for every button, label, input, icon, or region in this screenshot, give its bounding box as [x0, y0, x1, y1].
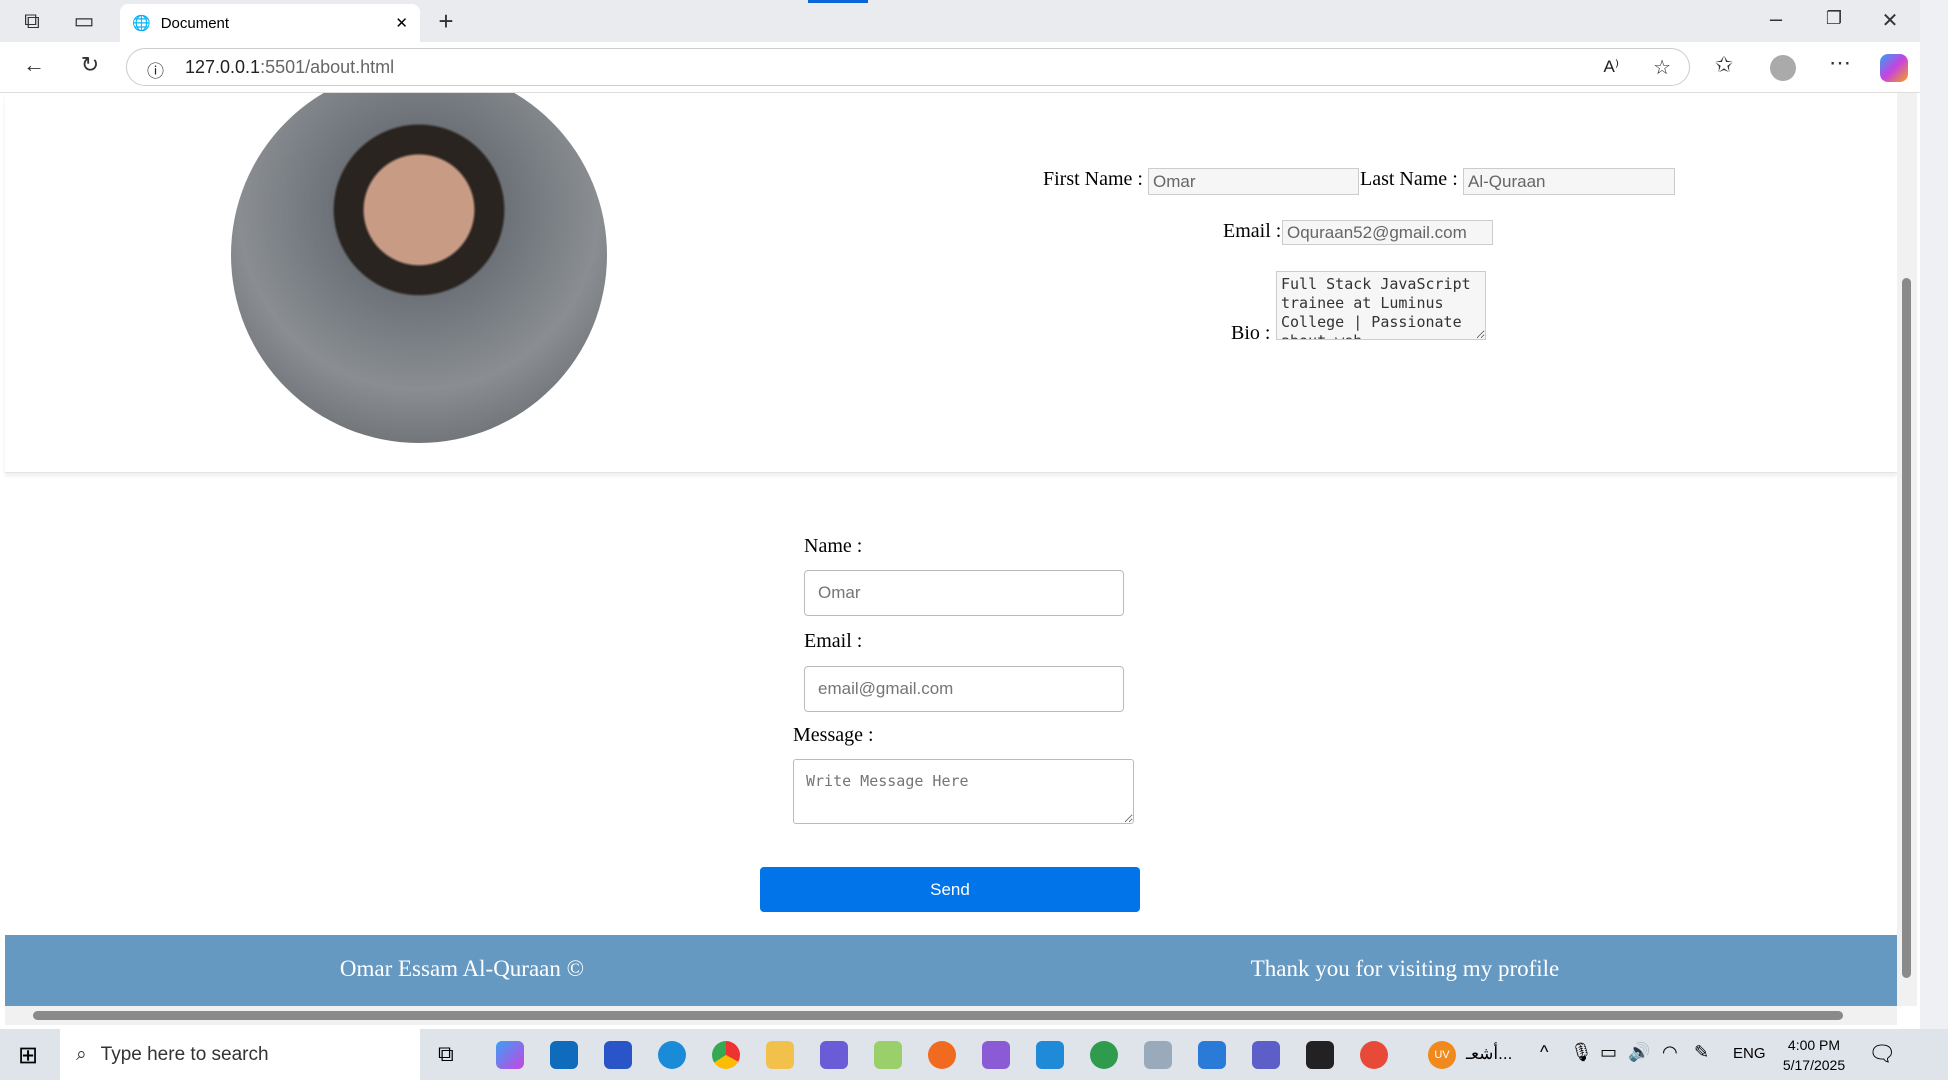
outlook-icon[interactable] — [550, 1041, 578, 1069]
taskbar: ⊞ ⌕ Type here to search ⧉ UV أشعـ... ^ 🎙 … — [0, 1029, 1948, 1080]
close-tab-icon[interactable]: ✕ — [395, 14, 408, 32]
volume-icon[interactable]: 🔊 — [1628, 1042, 1650, 1063]
notification-text[interactable]: أشعـ... — [1466, 1044, 1512, 1064]
close-window-icon[interactable]: ✕ — [1874, 8, 1906, 33]
battery-icon[interactable]: ▭ — [1600, 1042, 1617, 1063]
name-input[interactable] — [804, 570, 1124, 616]
favorite-star-icon[interactable]: ☆ — [1653, 55, 1671, 80]
user-avatar[interactable]: UV — [1428, 1041, 1456, 1069]
footer-thanks: Thank you for visiting my profile — [1250, 956, 1560, 981]
clock-time: 4:00 PM — [1787, 1037, 1841, 1053]
favorites-icon[interactable]: ✩ — [1708, 52, 1740, 78]
last-name-label: Last Name : — [1360, 168, 1458, 190]
teams-icon[interactable] — [1252, 1041, 1280, 1069]
first-name-label: First Name : — [1043, 168, 1143, 190]
minimize-icon[interactable]: – — [1760, 6, 1792, 32]
tab-actions-icon[interactable]: ▭ — [68, 8, 100, 34]
bio-textarea[interactable]: Full Stack JavaScript trainee at Luminus… — [1276, 271, 1486, 340]
footer: Omar Essam Al-Quraan © Thank you for vis… — [5, 935, 1897, 1006]
message-textarea[interactable] — [793, 759, 1134, 824]
visual-studio-icon[interactable] — [982, 1041, 1010, 1069]
globe-icon: 🌐 — [132, 15, 151, 32]
photos-icon[interactable] — [1198, 1041, 1226, 1069]
contact-email-input[interactable] — [804, 666, 1124, 712]
language-indicator[interactable]: ENG — [1733, 1045, 1766, 1062]
read-aloud-icon[interactable]: A⁾ — [1603, 57, 1619, 77]
vertical-scroll-thumb[interactable] — [1902, 278, 1911, 978]
address-row: ← ↻ ⓘ 127.0.0.1:5501/about.html A⁾ ☆ ✩ ⋯ — [0, 42, 1920, 93]
terminal-icon[interactable] — [1306, 1041, 1334, 1069]
address-bar[interactable]: ⓘ 127.0.0.1:5501/about.html A⁾ ☆ — [126, 48, 1690, 86]
file-explorer-icon[interactable] — [766, 1041, 794, 1069]
refresh-icon[interactable]: ↻ — [74, 52, 106, 78]
workspaces-icon[interactable]: ⧉ — [16, 8, 48, 34]
edge-icon[interactable] — [658, 1041, 686, 1069]
email-label: Email : — [1223, 220, 1282, 242]
last-name-input[interactable] — [1463, 168, 1675, 195]
vertical-scrollbar[interactable] — [1897, 93, 1917, 1006]
bio-label: Bio : — [1231, 322, 1271, 344]
tab-bar: ⧉ ▭ 🌐 Document ✕ + – ❐ ✕ — [0, 0, 1920, 42]
microphone-icon[interactable]: 🎙 — [1570, 1042, 1593, 1063]
store-icon[interactable] — [604, 1041, 632, 1069]
loading-indicator — [808, 0, 868, 3]
chevron-up-icon[interactable]: ^ — [1540, 1042, 1548, 1063]
footer-copyright: Omar Essam Al-Quraan © — [339, 956, 585, 981]
vscode-icon[interactable] — [1036, 1041, 1064, 1069]
firefox-icon[interactable] — [928, 1041, 956, 1069]
windows-start-icon[interactable]: ⊞ — [18, 1041, 38, 1070]
edge-sidebar — [1920, 0, 1948, 1030]
chrome-profile-icon[interactable] — [1090, 1041, 1118, 1069]
wifi-icon[interactable]: ◠ — [1662, 1042, 1678, 1063]
profile-section — [5, 93, 1897, 473]
new-tab-icon[interactable]: + — [430, 6, 462, 37]
url-host: 127.0.0.1 — [185, 56, 261, 77]
m365-icon[interactable] — [820, 1041, 848, 1069]
tab-title: Document — [160, 14, 230, 32]
task-view-icon[interactable]: ⧉ — [438, 1041, 454, 1067]
back-icon[interactable]: ← — [18, 52, 50, 78]
settings-app-icon[interactable] — [1144, 1041, 1172, 1069]
horizontal-scroll-thumb[interactable] — [33, 1011, 1843, 1020]
first-name-input[interactable] — [1148, 168, 1359, 195]
email-input[interactable] — [1282, 220, 1493, 245]
notifications-icon[interactable]: 🗨 — [1868, 1041, 1896, 1067]
chrome-icon[interactable] — [712, 1041, 740, 1069]
profile-avatar-icon[interactable] — [1770, 55, 1796, 81]
message-label: Message : — [793, 724, 874, 746]
clock[interactable]: 4:00 PM 5/17/2025 — [1778, 1035, 1850, 1075]
search-icon: ⌕ — [76, 1043, 87, 1065]
app-red-icon[interactable] — [1360, 1041, 1388, 1069]
app-icon[interactable] — [874, 1041, 902, 1069]
restore-icon[interactable]: ❐ — [1818, 8, 1850, 29]
send-button[interactable]: Send — [760, 867, 1140, 912]
horizontal-scrollbar[interactable] — [5, 1006, 1897, 1025]
more-menu-icon[interactable]: ⋯ — [1824, 50, 1856, 76]
taskbar-search[interactable]: ⌕ Type here to search — [60, 1029, 420, 1080]
profile-photo — [231, 93, 607, 443]
info-icon[interactable]: ⓘ — [147, 57, 164, 82]
clock-date: 5/17/2025 — [1782, 1057, 1846, 1073]
name-label: Name : — [804, 535, 863, 557]
tab-document[interactable]: 🌐 Document ✕ — [120, 4, 420, 42]
contact-email-label: Email : — [804, 630, 863, 652]
copilot-icon[interactable] — [1880, 54, 1908, 82]
copilot-app-icon[interactable] — [496, 1041, 524, 1069]
url-path: :5501/about.html — [260, 56, 395, 77]
pen-icon[interactable]: ✎ — [1694, 1042, 1709, 1063]
search-placeholder: Type here to search — [100, 1043, 269, 1065]
